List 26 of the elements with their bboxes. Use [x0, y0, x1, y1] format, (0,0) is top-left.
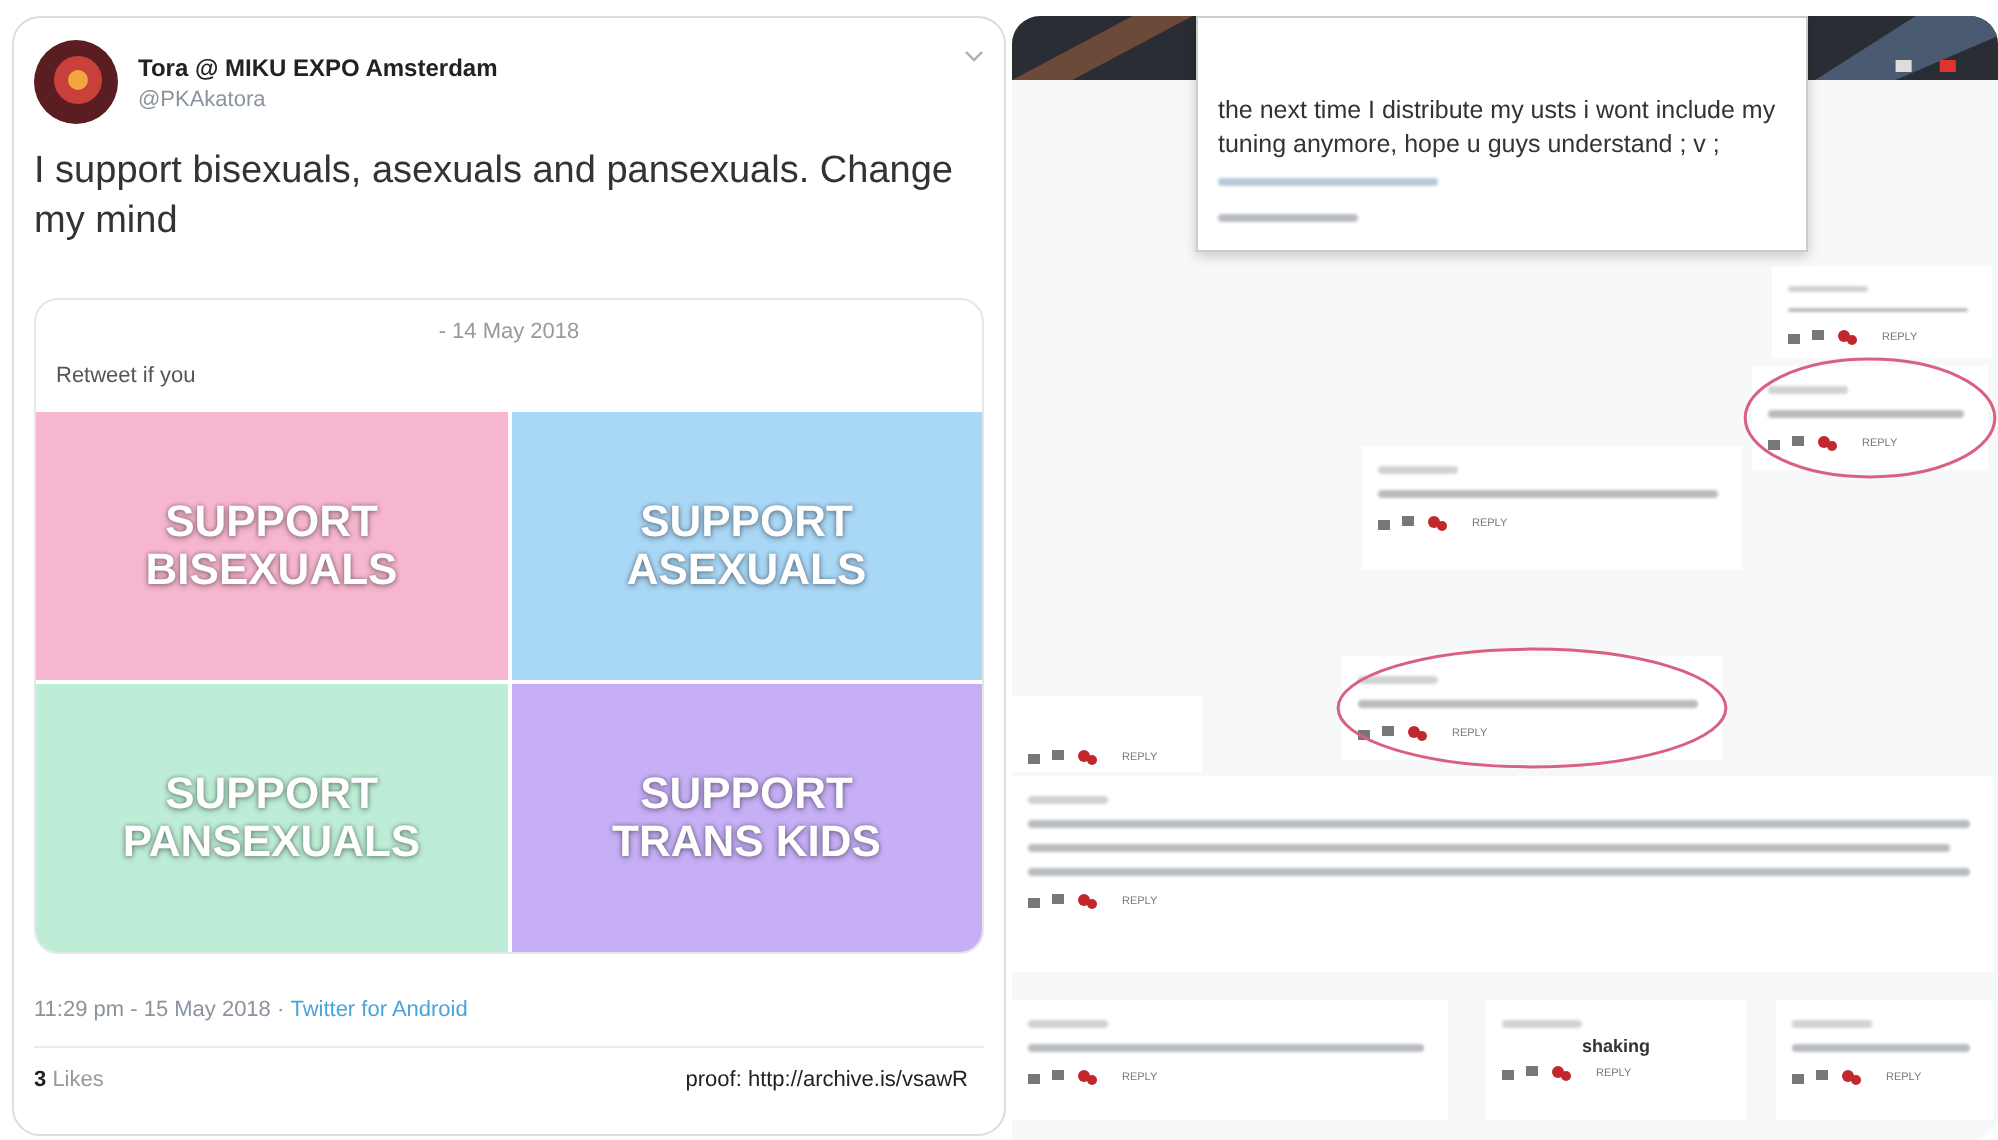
blurred-text	[1218, 214, 1358, 222]
author-name[interactable]: Tora @ MIKU EXPO Amsterdam	[138, 53, 944, 81]
blurred-text	[1788, 286, 1868, 291]
comment-text: shaking	[1581, 1036, 1650, 1056]
avatar	[34, 40, 118, 124]
popup-tweet-text: the next time I distribute my usts i wont include my tuning anymore, hope u guys understand ; v ;	[1218, 94, 1778, 162]
source-link[interactable]: Twitter for Android	[290, 998, 468, 1022]
blurred-text	[1502, 1020, 1582, 1028]
blurred-text	[1358, 676, 1438, 684]
quoted-post[interactable]: - 14 May 2018 Retweet if you SUPPORT BISEXUALS SUPPORT ASEXUALS SUPPORT PANSEXUALS SUPPORT TRANS KIDS	[34, 298, 984, 954]
blurred-text	[1028, 1020, 1108, 1028]
blurred-text	[1378, 466, 1458, 474]
tweet-text: I support bisexuals, asexuals and pansexuals. Change my mind	[34, 148, 955, 246]
tile-label: SUPPORT ASEXUALS	[624, 498, 869, 594]
blurred-text	[1768, 386, 1848, 394]
post-timestamp: 11:29 pm - 15 May 2018 ·	[34, 998, 287, 1022]
proof-note: proof: http://archive.is/vsawR	[685, 1068, 968, 1092]
tile-label: SUPPORT TRANS KIDS	[610, 770, 883, 866]
quote-caption: Retweet if you	[56, 364, 198, 388]
blurred-text	[1792, 1020, 1872, 1028]
likes-count[interactable]: 3 Likes	[34, 1068, 104, 1092]
tile-label: SUPPORT PANSEXUALS	[120, 770, 423, 866]
tile-label: SUPPORT BISEXUALS	[143, 498, 400, 594]
quote-date: - 14 May 2018	[438, 320, 580, 344]
blurred-text	[1028, 796, 1108, 804]
author-handle[interactable]: @PKAkatora	[138, 87, 944, 111]
